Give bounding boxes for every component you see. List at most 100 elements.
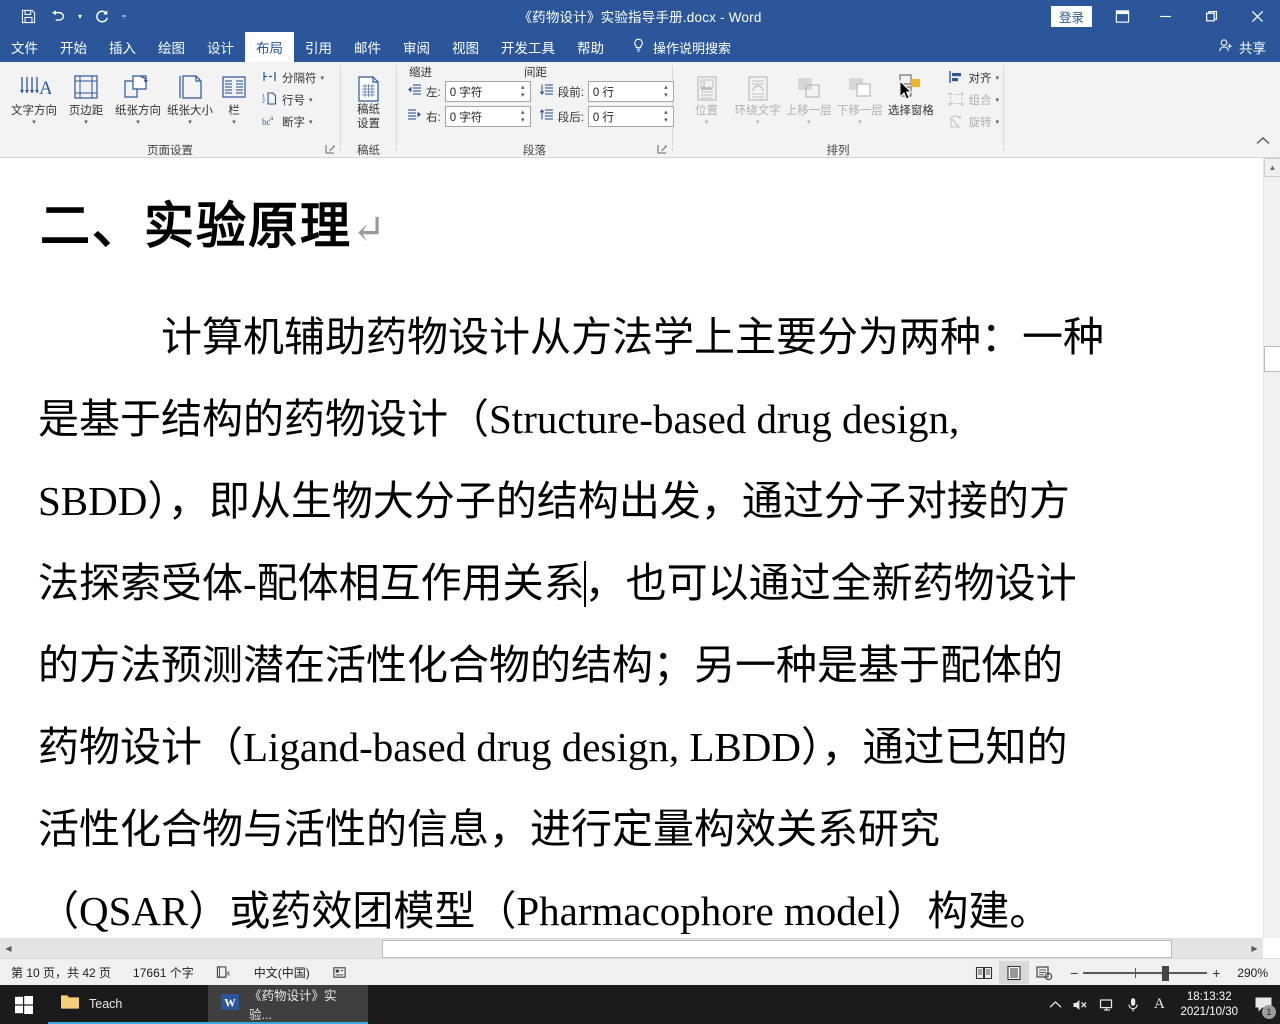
spinner-arrows-icon[interactable]: ▴ ▾ bbox=[659, 82, 673, 101]
position-button[interactable]: 位置 ▾ bbox=[681, 66, 732, 127]
collapse-ribbon-button[interactable] bbox=[1256, 133, 1270, 151]
vertical-scroll-thumb[interactable] bbox=[1264, 346, 1280, 372]
sign-in-button[interactable]: 登录 bbox=[1050, 5, 1092, 27]
breaks-button[interactable]: 分隔符 ▾ bbox=[258, 67, 328, 89]
chevron-down-icon[interactable]: ▾ bbox=[232, 119, 236, 127]
tell-me-search[interactable]: 操作说明搜索 bbox=[615, 32, 741, 62]
volume-muted-icon[interactable] bbox=[1068, 985, 1094, 1024]
chevron-down-icon[interactable]: ▾ bbox=[995, 118, 999, 126]
chevron-down-icon[interactable]: ▾ bbox=[84, 119, 88, 127]
zoom-level-label[interactable]: 290% bbox=[1231, 966, 1280, 980]
taskbar-item-teach[interactable]: Teach bbox=[48, 985, 208, 1024]
text-direction-button[interactable]: A 文字方向 ▾ bbox=[8, 66, 60, 127]
share-button[interactable]: 共享 bbox=[1218, 32, 1266, 62]
restore-button[interactable] bbox=[1188, 0, 1234, 32]
horizontal-scroll-track[interactable] bbox=[17, 939, 1246, 958]
undo-icon[interactable] bbox=[44, 3, 72, 29]
save-icon[interactable] bbox=[14, 3, 42, 29]
indent-right-spinner[interactable]: 0 字符 ▴ ▾ bbox=[444, 106, 531, 127]
chevron-down-icon[interactable]: ▾ bbox=[321, 74, 325, 82]
notification-center-button[interactable]: 1 bbox=[1246, 985, 1280, 1024]
page-number-status[interactable]: 第 10 页，共 42 页 bbox=[0, 959, 122, 986]
scroll-left-button[interactable]: ◀ bbox=[0, 940, 17, 958]
read-mode-view-button[interactable] bbox=[969, 961, 999, 984]
horizontal-scroll-thumb[interactable] bbox=[382, 939, 1172, 958]
start-button[interactable] bbox=[0, 985, 48, 1024]
hyphenation-button[interactable]: bc a 断字 ▾ bbox=[258, 111, 328, 133]
chevron-down-icon[interactable]: ▾ bbox=[309, 96, 313, 104]
bring-forward-button[interactable]: 上移一层 ▾ bbox=[783, 66, 834, 127]
vertical-scrollbar[interactable]: ▲ bbox=[1263, 158, 1280, 938]
page-setup-dialog-launcher[interactable] bbox=[324, 144, 336, 156]
show-hidden-icons-button[interactable] bbox=[1042, 985, 1068, 1024]
proofing-errors-icon[interactable]: x bbox=[205, 959, 243, 986]
horizontal-scrollbar[interactable]: ◀ ▶ bbox=[0, 938, 1263, 958]
orientation-button[interactable]: 纸张方向 ▾ bbox=[112, 66, 164, 127]
zoom-in-button[interactable]: + bbox=[1207, 965, 1225, 981]
chevron-down-icon[interactable]: ▾ bbox=[705, 119, 709, 127]
tab-developer[interactable]: 开发工具 bbox=[490, 32, 566, 62]
paragraph-dialog-launcher[interactable] bbox=[656, 144, 668, 156]
print-layout-view-button[interactable] bbox=[999, 961, 1030, 984]
redo-icon[interactable] bbox=[88, 3, 116, 29]
scroll-right-button[interactable]: ▶ bbox=[1246, 940, 1263, 958]
chevron-down-icon[interactable]: ▾ bbox=[188, 119, 192, 127]
align-objects-button[interactable]: 对齐 ▾ bbox=[944, 67, 1003, 89]
spinner-arrows-icon[interactable]: ▴ ▾ bbox=[659, 107, 673, 126]
taskbar-clock[interactable]: 18:13:32 2021/10/30 bbox=[1172, 985, 1246, 1024]
tab-review[interactable]: 审阅 bbox=[392, 32, 441, 62]
minimize-button[interactable] bbox=[1142, 0, 1188, 32]
tab-design[interactable]: 设计 bbox=[196, 32, 245, 62]
microphone-icon[interactable] bbox=[1120, 985, 1146, 1024]
zoom-slider[interactable]: − + bbox=[1059, 965, 1231, 981]
columns-button[interactable]: 栏 ▾ bbox=[216, 66, 252, 127]
chevron-down-icon[interactable]: ▾ bbox=[858, 119, 862, 127]
tab-home[interactable]: 开始 bbox=[49, 32, 98, 62]
manuscript-paper-setup-button[interactable]: 稿纸 设置 bbox=[343, 66, 395, 131]
chevron-down-icon[interactable]: ▾ bbox=[32, 119, 36, 127]
close-button[interactable] bbox=[1234, 0, 1280, 32]
space-after-spinner[interactable]: 0 行 ▴ ▾ bbox=[587, 106, 674, 127]
language-status[interactable]: 中文(中国) bbox=[243, 959, 321, 986]
tab-help[interactable]: 帮助 bbox=[566, 32, 615, 62]
tab-draw[interactable]: 绘图 bbox=[147, 32, 196, 62]
accessibility-icon[interactable] bbox=[321, 959, 358, 986]
tab-file[interactable]: 文件 bbox=[0, 32, 49, 62]
space-before-spinner[interactable]: 0 行 ▴ ▾ bbox=[587, 81, 674, 102]
zoom-track[interactable] bbox=[1083, 965, 1208, 981]
chevron-down-icon[interactable]: ▾ bbox=[136, 119, 140, 127]
taskbar-item-word-document[interactable]: W 《药物设计》实验... bbox=[208, 985, 368, 1024]
wrap-text-button[interactable]: 环绕文字 ▾ bbox=[732, 66, 783, 127]
chevron-down-icon[interactable]: ▾ bbox=[995, 74, 999, 82]
paper-size-button[interactable]: 纸张大小 ▾ bbox=[164, 66, 216, 127]
line-numbers-button[interactable]: 12 行号 ▾ bbox=[258, 89, 328, 111]
word-count-status[interactable]: 17661 个字 bbox=[122, 959, 205, 986]
chevron-down-icon[interactable]: ▾ bbox=[807, 119, 811, 127]
spinner-arrows-icon[interactable]: ▴ ▾ bbox=[516, 107, 530, 126]
chevron-down-icon[interactable]: ▾ bbox=[309, 118, 313, 126]
indent-left-spinner[interactable]: 0 字符 ▴ ▾ bbox=[444, 81, 531, 102]
chevron-down-icon[interactable]: ▾ bbox=[756, 119, 760, 127]
scroll-up-button[interactable]: ▲ bbox=[1264, 158, 1280, 177]
document-canvas[interactable]: 二、实验原理↵ 计算机辅助药物设计从方法学上主要分为两种：一种 是基于结构的药物… bbox=[0, 158, 1280, 938]
network-icon[interactable] bbox=[1094, 985, 1120, 1024]
selection-pane-button[interactable]: 选择窗格 bbox=[885, 66, 936, 118]
tab-mailings[interactable]: 邮件 bbox=[343, 32, 392, 62]
tab-references[interactable]: 引用 bbox=[294, 32, 343, 62]
web-layout-view-button[interactable] bbox=[1029, 961, 1059, 984]
ime-input-icon[interactable]: A bbox=[1146, 985, 1172, 1024]
margins-button[interactable]: 页边距 ▾ bbox=[60, 66, 112, 127]
undo-chevron-down-icon[interactable]: ▾ bbox=[74, 3, 86, 29]
tab-view[interactable]: 视图 bbox=[441, 32, 490, 62]
rotate-objects-button[interactable]: 旋转 ▾ bbox=[944, 111, 1003, 133]
customize-qat-icon[interactable]: ⩦ bbox=[118, 3, 130, 29]
document-page[interactable]: 二、实验原理↵ 计算机辅助药物设计从方法学上主要分为两种：一种 是基于结构的药物… bbox=[8, 158, 1258, 938]
spinner-arrows-icon[interactable]: ▴ ▾ bbox=[516, 82, 530, 101]
ribbon-display-options-icon[interactable] bbox=[1102, 0, 1142, 32]
tab-layout[interactable]: 布局 bbox=[245, 32, 294, 62]
group-objects-button[interactable]: 组合 ▾ bbox=[944, 89, 1003, 111]
tab-insert[interactable]: 插入 bbox=[98, 32, 147, 62]
chevron-down-icon[interactable]: ▾ bbox=[995, 96, 999, 104]
zoom-slider-thumb[interactable] bbox=[1162, 965, 1170, 981]
zoom-out-button[interactable]: − bbox=[1065, 965, 1083, 981]
